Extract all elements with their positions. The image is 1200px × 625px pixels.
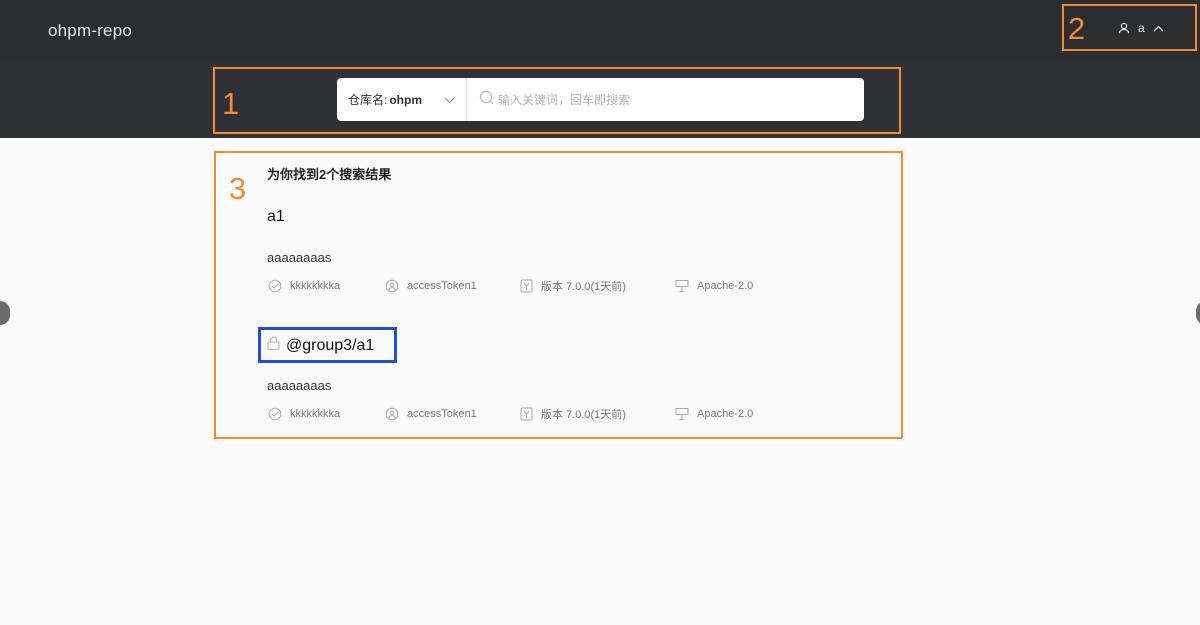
license-icon bbox=[675, 279, 689, 293]
app-logo[interactable]: ohpm-repo bbox=[48, 21, 132, 41]
annotation-box-1 bbox=[213, 67, 901, 134]
publisher-name: kkkkkkkka bbox=[290, 280, 341, 292]
license-text: Apache-2.0 bbox=[697, 408, 754, 420]
meta-version: 版本 7.0.0(1天前) bbox=[520, 278, 675, 294]
scroll-right-button[interactable] bbox=[1196, 301, 1200, 325]
version-icon bbox=[520, 407, 533, 421]
user-circle-icon bbox=[385, 407, 399, 421]
meta-publisher: kkkkkkkka bbox=[268, 407, 385, 421]
package-name-link[interactable]: a1 bbox=[267, 208, 285, 226]
annotation-box-3 bbox=[214, 151, 903, 439]
annotation-number-2: 2 bbox=[1068, 11, 1086, 46]
annotation-number-1: 1 bbox=[222, 86, 240, 121]
version-text: 版本 7.0.0(1天前) bbox=[541, 409, 626, 421]
scroll-left-button[interactable] bbox=[0, 301, 10, 325]
meta-license: Apache-2.0 bbox=[675, 279, 753, 293]
package-description: aaaaaaaas bbox=[267, 250, 332, 265]
meta-user: accessToken1 bbox=[385, 279, 520, 293]
highlight-box bbox=[258, 327, 397, 363]
verified-icon bbox=[268, 407, 282, 421]
publisher-name: kkkkkkkka bbox=[290, 408, 341, 420]
version-icon bbox=[520, 279, 533, 293]
user-name-meta: accessToken1 bbox=[407, 408, 477, 420]
user-name-meta: accessToken1 bbox=[407, 280, 477, 292]
user-circle-icon bbox=[385, 279, 399, 293]
license-text: Apache-2.0 bbox=[697, 280, 754, 292]
license-icon bbox=[675, 407, 689, 421]
verified-icon bbox=[268, 279, 282, 293]
package-meta: kkkkkkkka accessToken1 版本 7.0.0(1天前) Apa… bbox=[268, 278, 753, 294]
version-text: 版本 7.0.0(1天前) bbox=[541, 281, 626, 293]
meta-publisher: kkkkkkkka bbox=[268, 279, 385, 293]
top-navbar bbox=[0, 0, 1200, 62]
annotation-number-3: 3 bbox=[229, 171, 247, 206]
meta-license: Apache-2.0 bbox=[675, 407, 753, 421]
package-description: aaaaaaaas bbox=[267, 378, 332, 393]
meta-version: 版本 7.0.0(1天前) bbox=[520, 406, 675, 422]
results-count: 为你找到2个搜索结果 bbox=[267, 167, 392, 182]
meta-user: accessToken1 bbox=[385, 407, 520, 421]
package-meta: kkkkkkkka accessToken1 版本 7.0.0(1天前) Apa… bbox=[268, 406, 753, 422]
